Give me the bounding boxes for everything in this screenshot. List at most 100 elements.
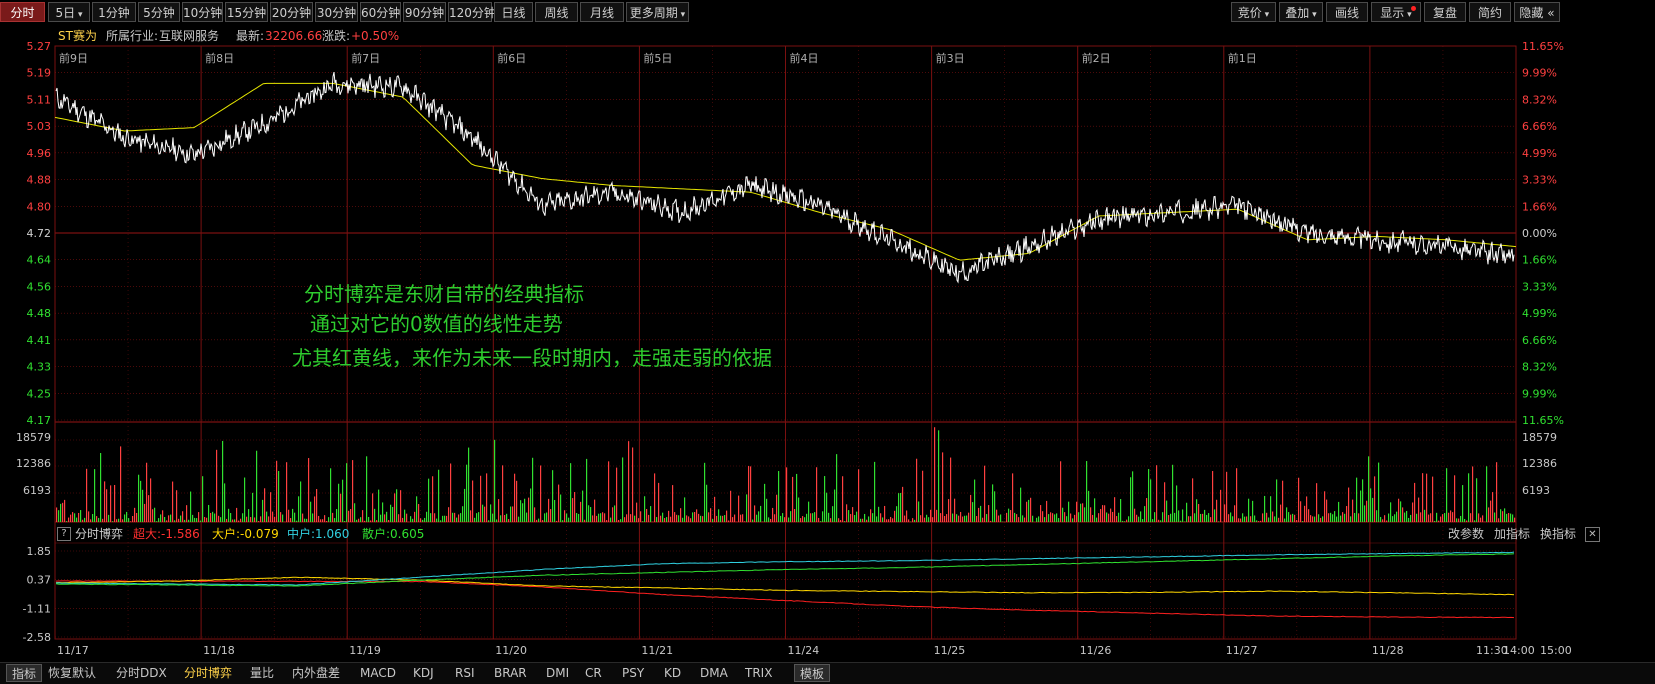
volume-bar <box>254 517 255 522</box>
volume-bar <box>674 512 675 522</box>
volume-bar <box>744 521 745 522</box>
indicator-tab-7[interactable]: KDJ <box>413 664 434 682</box>
volume-bar <box>1010 510 1011 522</box>
day-label: 前9日 <box>59 51 88 65</box>
volume-bar <box>66 521 67 522</box>
volume-bar <box>100 453 101 522</box>
period-button-6[interactable]: 20分钟 <box>270 2 313 22</box>
indicator-tab-13[interactable]: KD <box>664 664 681 682</box>
indicator-tab-8[interactable]: RSI <box>455 664 475 682</box>
indicator-tab-0[interactable]: 指标 <box>6 664 42 682</box>
volume-bar <box>482 505 483 522</box>
volume-bar <box>792 477 793 522</box>
volume-bar <box>944 516 945 522</box>
tool-button-3[interactable]: 显示 ▾ <box>1371 2 1421 22</box>
volume-bar <box>1020 488 1021 522</box>
volume-bar <box>916 459 917 522</box>
period-button-11[interactable]: 日线 <box>494 2 533 22</box>
volume-bar <box>554 500 555 522</box>
volume-bar <box>810 513 811 522</box>
indicator-axis-label: -2.58 <box>23 631 51 644</box>
volume-bar <box>1256 520 1257 522</box>
volume-bar <box>356 520 357 522</box>
volume-bar <box>306 519 307 522</box>
tool-button-5[interactable]: 简约 <box>1469 2 1511 22</box>
indicator-tab-9[interactable]: BRAR <box>494 664 527 682</box>
volume-bar <box>1090 507 1091 522</box>
volume-bar <box>398 514 399 522</box>
period-button-10[interactable]: 120分钟 <box>448 2 492 22</box>
indicator-tab-14[interactable]: DMA <box>700 664 728 682</box>
volume-bar <box>1116 516 1117 522</box>
volume-bar <box>556 521 557 522</box>
volume-bar <box>1346 506 1347 522</box>
tool-button-6[interactable]: 隐藏 « <box>1514 2 1560 22</box>
add-indicator-button[interactable]: 加指标 <box>1494 525 1530 543</box>
volume-bar <box>890 517 891 522</box>
price-label-left: 4.48 <box>27 307 52 320</box>
volume-bar <box>648 515 649 522</box>
period-button-2[interactable]: 1分钟 <box>92 2 136 22</box>
period-button-7[interactable]: 30分钟 <box>315 2 358 22</box>
indicator-tab-10[interactable]: DMI <box>546 664 569 682</box>
indicator-tab-4[interactable]: 量比 <box>250 664 274 682</box>
indicator-tab-12[interactable]: PSY <box>622 664 644 682</box>
industry-value[interactable]: 互联网服务 <box>159 27 219 45</box>
price-label-left: 4.64 <box>27 254 52 267</box>
edit-params-button[interactable]: 改参数 <box>1448 525 1484 543</box>
intraday-chart[interactable]: 5.2711.65%5.199.99%5.118.32%5.036.66%4.9… <box>0 0 1655 683</box>
tool-button-4[interactable]: 复盘 <box>1424 2 1466 22</box>
period-button-4[interactable]: 10分钟 <box>182 2 223 22</box>
period-button-9[interactable]: 90分钟 <box>403 2 446 22</box>
indicator-tab-16[interactable]: 模板 <box>794 664 830 682</box>
tool-button-1[interactable]: 叠加 ▾ <box>1279 2 1323 22</box>
time-label: 15:00 <box>1540 644 1572 657</box>
volume-bar <box>1238 518 1239 522</box>
period-button-13[interactable]: 月线 <box>580 2 624 22</box>
volume-bar <box>872 513 873 522</box>
stock-info-bar: ST赛为 所属行业: 互联网服务 最新: 32206.66 涨跌: +0.50% <box>0 27 1655 45</box>
day-label: 前8日 <box>205 51 234 65</box>
date-label: 11/20 <box>495 644 527 657</box>
volume-bar <box>1312 516 1313 522</box>
period-button-14[interactable]: 更多周期 ▾ <box>626 2 689 22</box>
volume-bar <box>434 513 435 522</box>
volume-bar <box>990 521 991 522</box>
volume-bar <box>1120 499 1121 522</box>
indicator-tab-11[interactable]: CR <box>585 664 602 682</box>
period-button-3[interactable]: 5分钟 <box>138 2 180 22</box>
date-label: 11/24 <box>788 644 820 657</box>
price-line <box>56 72 1514 282</box>
volume-bar <box>542 520 543 522</box>
volume-bar <box>1320 518 1321 522</box>
tool-button-2[interactable]: 画线 <box>1326 2 1368 22</box>
period-button-1[interactable]: 5日 ▾ <box>48 2 90 22</box>
indicator-tab-15[interactable]: TRIX <box>745 664 772 682</box>
indicator-tab-5[interactable]: 内外盘差 <box>292 664 340 682</box>
volume-bar <box>1038 516 1039 522</box>
indicator-tab-1[interactable]: 恢复默认 <box>48 664 96 682</box>
period-button-0[interactable]: 分时 <box>0 2 45 22</box>
volume-bar <box>830 518 831 522</box>
indicator-header: ? 分时博弈 超大:-1.586 大户:-0.079 中户:1.060 散户:0… <box>0 525 1655 543</box>
indicator-tab-3[interactable]: 分时博弈 <box>184 664 232 682</box>
volume-bar <box>1188 516 1189 522</box>
period-button-8[interactable]: 60分钟 <box>360 2 401 22</box>
chevron-down-icon: ▾ <box>678 10 685 20</box>
period-button-12[interactable]: 周线 <box>535 2 578 22</box>
volume-bar <box>196 518 197 522</box>
volume-bar <box>658 483 659 522</box>
period-button-5[interactable]: 15分钟 <box>225 2 268 22</box>
tool-button-0[interactable]: 竞价 ▾ <box>1231 2 1276 22</box>
switch-indicator-button[interactable]: 换指标 <box>1540 525 1576 543</box>
indicator-tab-6[interactable]: MACD <box>360 664 396 682</box>
volume-bar <box>230 513 231 522</box>
volume-bar <box>1436 513 1437 522</box>
volume-bar <box>1372 498 1373 522</box>
volume-bar <box>1214 509 1215 522</box>
help-icon[interactable]: ? <box>57 527 71 541</box>
close-icon[interactable]: ✕ <box>1585 527 1600 542</box>
volume-bar <box>140 481 141 522</box>
indicator-tab-2[interactable]: 分时DDX <box>116 664 167 682</box>
volume-bar <box>908 519 909 522</box>
